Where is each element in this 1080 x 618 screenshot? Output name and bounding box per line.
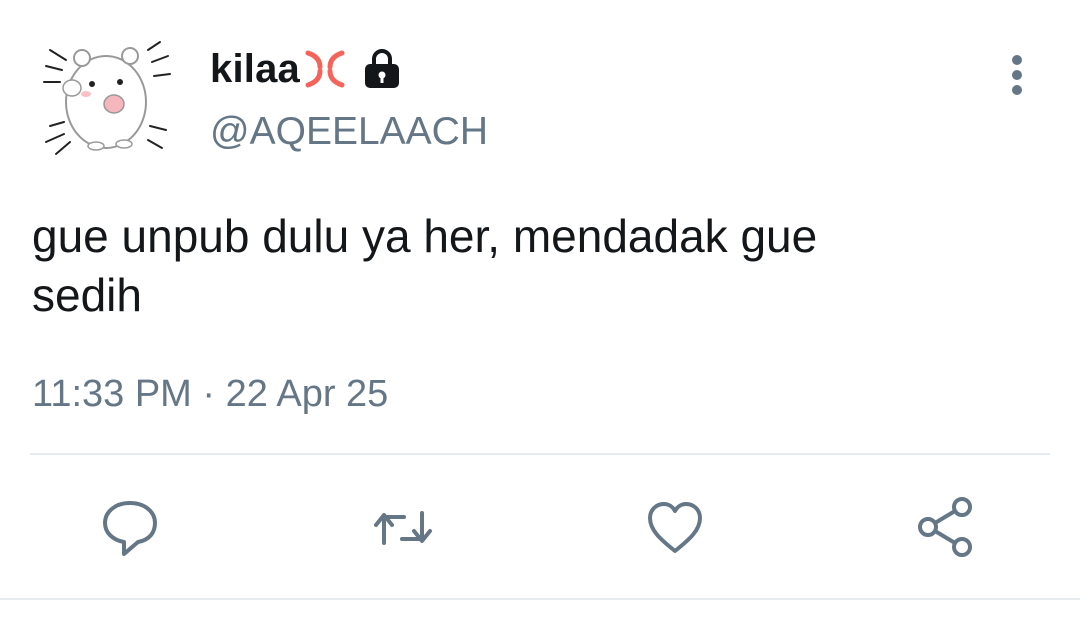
action-bar bbox=[0, 493, 1080, 563]
tweet-detail: kilaa @AQEELAACH gue unpub dulu ya her, … bbox=[0, 0, 1080, 618]
lock-icon bbox=[362, 48, 402, 90]
like-icon bbox=[648, 502, 702, 553]
display-name[interactable]: kilaa bbox=[210, 47, 300, 92]
share-button[interactable] bbox=[910, 493, 980, 563]
bottom-divider bbox=[0, 598, 1080, 600]
tweet-date: 22 Apr 25 bbox=[225, 373, 389, 415]
avatar[interactable] bbox=[36, 30, 176, 166]
divider bbox=[30, 453, 1050, 455]
display-name-row: kilaa bbox=[210, 44, 402, 94]
retweet-icon bbox=[374, 511, 432, 545]
anger-symbol-icon bbox=[302, 47, 348, 91]
tweet-text: gue unpub dulu ya her, mendadak gue sedi… bbox=[32, 210, 818, 321]
reply-icon bbox=[103, 501, 157, 556]
reply-button[interactable] bbox=[95, 493, 165, 563]
handle[interactable]: @AQEELAACH bbox=[210, 110, 488, 154]
share-icon bbox=[918, 497, 972, 557]
tweet-timestamp: 11:33 PM · 22 Apr 25 bbox=[32, 373, 388, 416]
like-button[interactable] bbox=[640, 493, 710, 563]
meta-separator: · bbox=[202, 373, 216, 415]
more-options-button[interactable] bbox=[998, 50, 1036, 100]
hamster-avatar-icon bbox=[43, 41, 171, 155]
tweet-time: 11:33 PM bbox=[32, 373, 192, 415]
more-vertical-icon bbox=[1012, 55, 1022, 95]
retweet-button[interactable] bbox=[368, 493, 438, 563]
